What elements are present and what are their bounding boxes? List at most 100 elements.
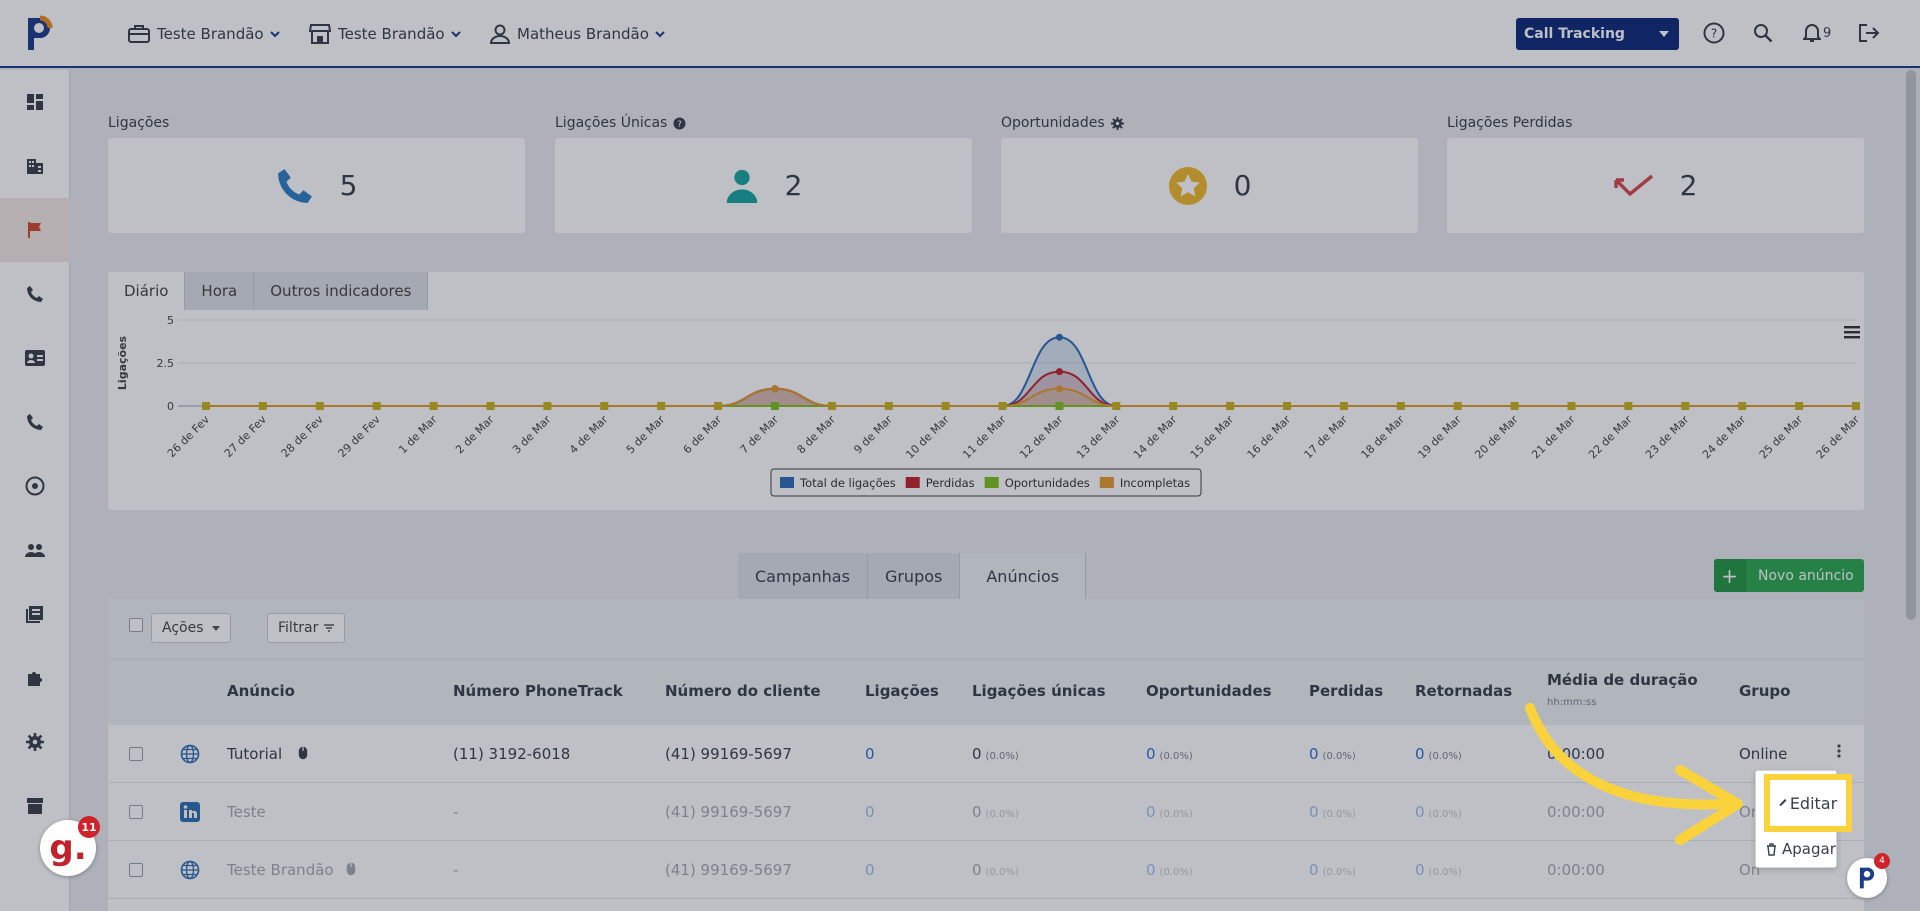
sidebar-item-settings[interactable] [0,710,70,774]
col-client-number[interactable]: Número do cliente [665,682,821,700]
row-checkbox[interactable] [129,747,143,761]
cell-returned-value: 0 [1415,861,1425,879]
x-tick-label: 24 de Mar [1700,413,1749,462]
stat-label-unique-text: Ligações Únicas [555,115,668,131]
nav-company[interactable]: Teste Brandão [128,22,280,46]
col-phonetrack-number[interactable]: Número PhoneTrack [453,682,623,700]
sidebar-item-integrations-hub[interactable] [0,454,70,518]
col-returned[interactable]: Retornadas [1415,682,1512,700]
tab-other-indicators[interactable]: Outros indicadores [254,272,429,310]
filter-icon [324,624,335,632]
phonetrack-chat-badge[interactable]: 4 [1847,853,1890,898]
tab-campaigns[interactable]: Campanhas [738,553,868,599]
users-icon [25,544,45,557]
data-point [771,385,779,393]
chart-tabs: Diário Hora Outros indicadores [108,272,429,310]
sidebar-item-dashboard[interactable] [0,70,70,134]
product-select[interactable]: Call Tracking [1516,18,1679,50]
caret-down-icon [211,625,220,631]
cell-returned[interactable]: 0 (0.0%) [1415,745,1462,763]
store-icon [309,24,331,44]
g-widget-badge[interactable]: g. 11 [40,816,100,876]
col-unique-calls[interactable]: Ligações únicas [972,682,1106,700]
help-button[interactable]: ? [1703,20,1725,46]
baseline-marker [884,402,893,410]
sidebar-item-campaigns[interactable] [0,198,70,262]
logout-button[interactable] [1858,20,1880,46]
cell-client: (41) 99169-5697 [665,861,792,879]
cell-phonetrack-value: - [453,803,459,821]
col-lost[interactable]: Perdidas [1309,682,1383,700]
col-ad[interactable]: Anúncio [227,682,295,700]
cell-lost-value: 0 [1309,803,1319,821]
col-avg-duration-label: Média de duração [1547,671,1698,689]
phonetrack-logo[interactable] [22,14,56,54]
sidebar-item-phone-numbers[interactable] [0,390,70,454]
cell-calls-value: 0 [865,803,875,821]
cell-lost-value: 0 [1309,745,1319,763]
cell-lost[interactable]: 0 (0.0%) [1309,861,1356,879]
cell-opps[interactable]: 0 (0.0%) [1146,861,1193,879]
stat-value-calls: 5 [339,169,358,202]
linkedin-icon [180,802,200,822]
col-opportunities[interactable]: Oportunidades [1146,682,1272,700]
notifications-button[interactable]: 9 [1803,20,1831,46]
nav-user[interactable]: Matheus Brandão [490,22,665,46]
actions-dropdown[interactable]: Ações [151,613,231,643]
row-checkbox[interactable] [129,805,143,819]
tab-hour[interactable]: Hora [185,272,255,310]
sidebar-item-calls[interactable] [0,262,70,326]
data-point [1055,368,1063,376]
page-scrollbar[interactable] [1906,70,1916,620]
cell-lost[interactable]: 0 (0.0%) [1309,745,1356,763]
cell-phonetrack-value: (11) 3192-6018 [453,745,571,763]
cell-returned-percent: (0.0%) [1428,809,1462,820]
g-widget-count: 11 [78,816,100,838]
nav-user-label: Matheus Brandão [517,25,649,43]
cell-returned[interactable]: 0 (0.0%) [1415,803,1462,821]
baseline-marker [486,402,495,410]
cell-calls[interactable]: 0 [865,803,875,821]
cell-calls[interactable]: 0 [865,745,875,763]
tab-daily[interactable]: Diário [108,272,186,310]
cell-duration: 0:00:00 [1547,861,1605,879]
cell-unique-value: 0 [972,745,982,763]
cell-opps[interactable]: 0 (0.0%) [1146,745,1193,763]
x-tick-label: 3 de Mar [510,413,554,457]
phone-icon [27,414,43,430]
select-all-checkbox[interactable] [129,618,143,632]
sidebar-item-users[interactable] [0,518,70,582]
row-checkbox[interactable] [129,863,143,877]
legend-label: Total de ligações [799,476,896,490]
gear-icon[interactable] [1110,116,1124,130]
cell-lost[interactable]: 0 (0.0%) [1309,803,1356,821]
x-tick-label: 25 de Mar [1757,413,1806,462]
sidebar-item-plugins[interactable] [0,646,70,710]
cell-opps[interactable]: 0 (0.0%) [1146,803,1193,821]
tab-ads[interactable]: Anúncios [960,553,1087,599]
help-circle-icon[interactable]: ? [673,117,686,130]
row-menu-icon[interactable] [1837,744,1841,758]
legend-swatch [1099,477,1114,488]
sidebar-item-contacts[interactable] [0,326,70,390]
cell-unique: 0 (0.0%) [972,861,1019,879]
cell-calls[interactable]: 0 [865,861,875,879]
cell-returned[interactable]: 0 (0.0%) [1415,861,1462,879]
cell-lost-percent: (0.0%) [1322,867,1356,878]
y-tick-label: 2.5 [157,357,175,370]
cell-name-value: Teste [227,803,266,821]
nav-store[interactable]: Teste Brandão [309,22,461,46]
col-calls[interactable]: Ligações [865,682,939,700]
baseline-marker [1226,402,1235,410]
col-group[interactable]: Grupo [1739,682,1790,700]
sidebar-item-companies[interactable] [0,134,70,198]
legend-swatch [780,477,794,488]
cell-calls-value: 0 [865,745,875,763]
new-ad-button[interactable]: + Novo anúncio [1714,559,1864,592]
stat-label-lost-calls: Ligações Perdidas [1447,115,1572,131]
baseline-marker [1339,402,1348,410]
search-button[interactable] [1753,20,1773,46]
sidebar-item-reports[interactable] [0,582,70,646]
filter-dropdown[interactable]: Filtrar [267,613,346,643]
tab-groups[interactable]: Grupos [867,553,961,599]
